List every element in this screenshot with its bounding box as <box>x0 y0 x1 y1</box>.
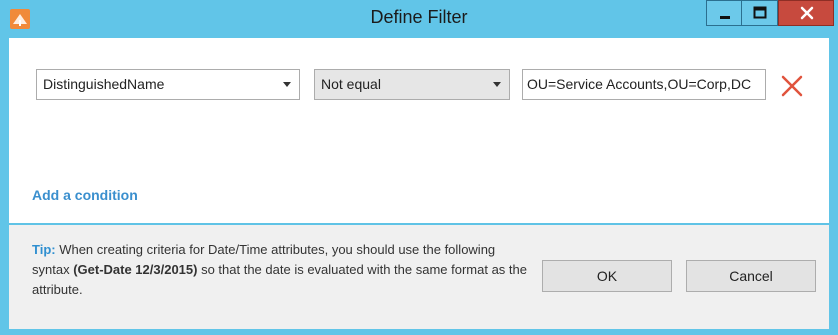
value-input[interactable]: OU=Service Accounts,OU=Corp,DC <box>522 69 766 100</box>
attribute-dropdown[interactable]: DistinguishedName <box>36 69 300 100</box>
remove-condition-icon[interactable] <box>780 74 804 98</box>
chevron-down-icon <box>493 82 501 87</box>
ok-button[interactable]: OK <box>542 260 672 292</box>
tip-text: Tip: When creating criteria for Date/Tim… <box>32 240 532 300</box>
define-filter-window: Define Filter DistinguishedName Not equa… <box>0 0 838 335</box>
minimize-icon <box>707 1 741 25</box>
attribute-value: DistinguishedName <box>43 76 165 92</box>
add-condition-link[interactable]: Add a condition <box>32 187 138 203</box>
operator-value: Not equal <box>321 76 381 92</box>
dialog-body: DistinguishedName Not equal OU=Service A… <box>9 38 829 329</box>
conditions-area: DistinguishedName Not equal OU=Service A… <box>9 38 829 225</box>
maximize-icon <box>742 1 777 25</box>
cancel-button[interactable]: Cancel <box>686 260 816 292</box>
operator-dropdown[interactable]: Not equal <box>314 69 510 100</box>
close-button[interactable] <box>778 0 834 26</box>
chevron-down-icon <box>283 82 291 87</box>
maximize-button[interactable] <box>742 0 778 26</box>
minimize-button[interactable] <box>706 0 742 26</box>
tip-syntax: (Get-Date 12/3/2015) <box>73 262 198 277</box>
tip-label: Tip: <box>32 242 56 257</box>
dialog-footer: Tip: When creating criteria for Date/Tim… <box>9 223 829 329</box>
close-icon <box>779 1 833 25</box>
title-bar[interactable]: Define Filter <box>0 0 838 38</box>
